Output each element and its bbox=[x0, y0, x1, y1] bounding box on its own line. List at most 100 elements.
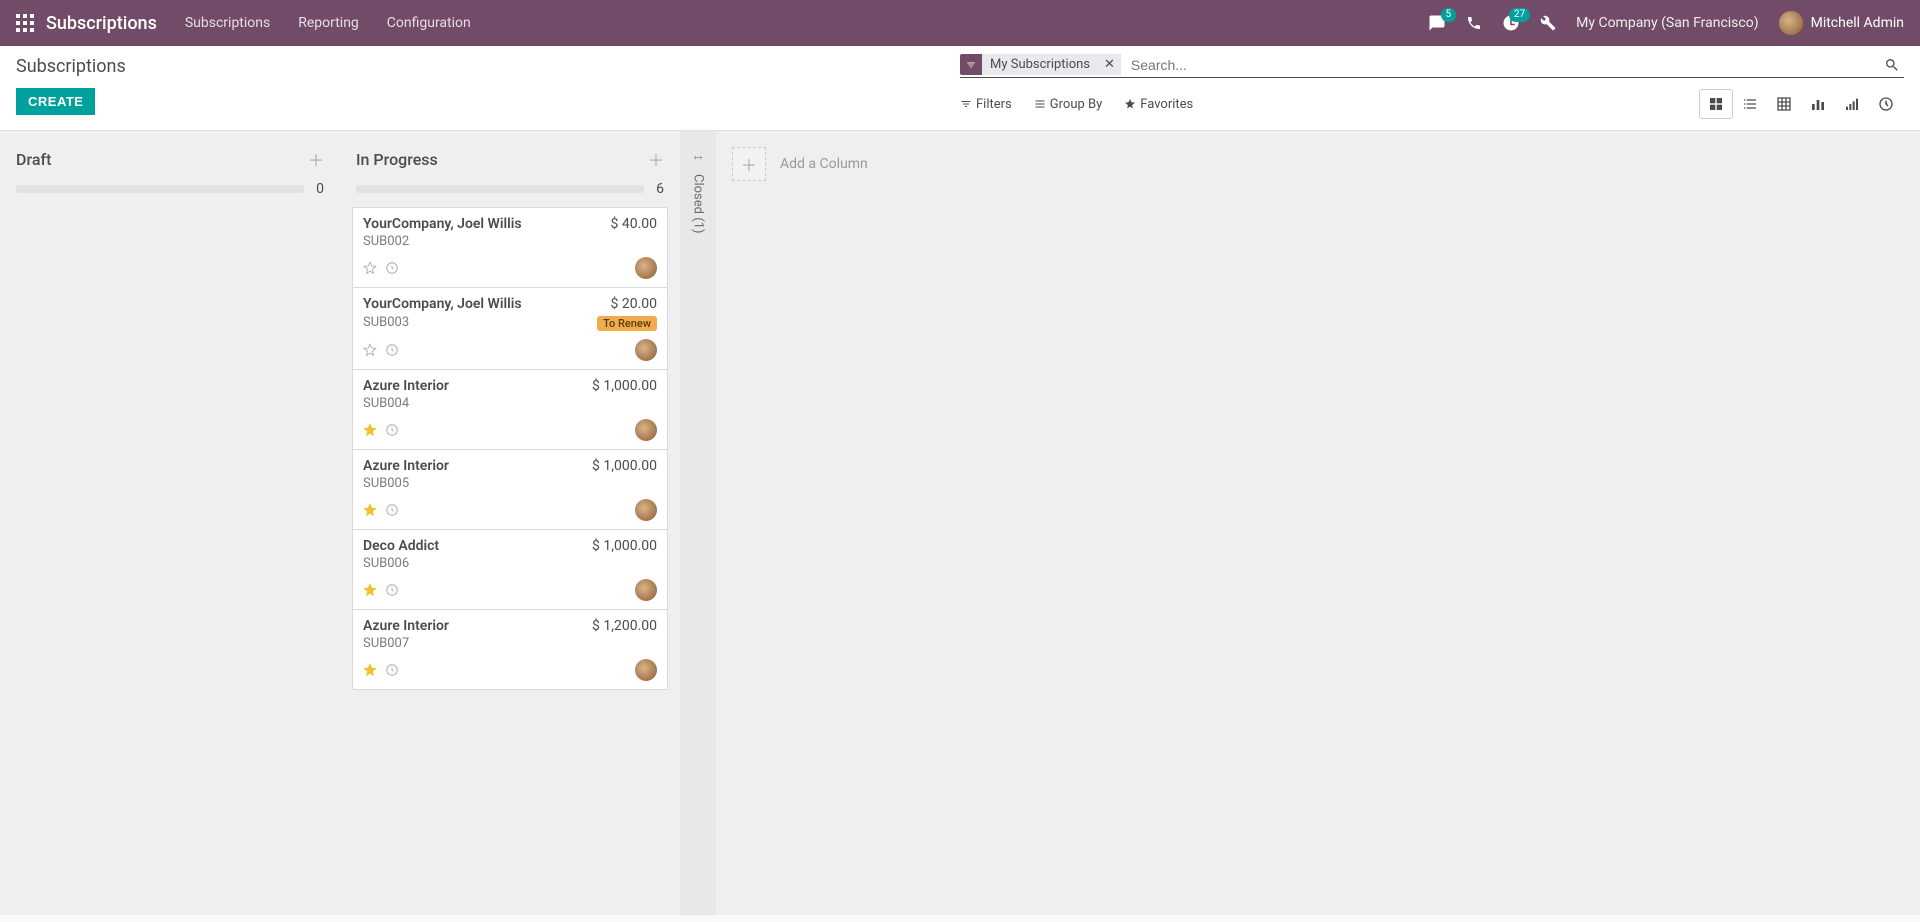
card-reference: SUB003 bbox=[363, 315, 409, 330]
systray: 5 27 My Company (San Francisco) Mitchell… bbox=[1428, 11, 1904, 35]
card-reference: SUB002 bbox=[363, 234, 409, 249]
search-tools: Filters Group By Favorites bbox=[960, 97, 1193, 112]
nav-menu: Subscriptions Reporting Configuration bbox=[185, 15, 471, 31]
card-partner: YourCompany, Joel Willis bbox=[363, 216, 522, 232]
search-icon[interactable] bbox=[1880, 55, 1904, 75]
priority-star[interactable] bbox=[363, 343, 377, 357]
search-area: My Subscriptions ✕ bbox=[960, 54, 1904, 78]
control-panel: Subscriptions My Subscriptions ✕ CREATE bbox=[0, 46, 1920, 131]
card-partner: Azure Interior bbox=[363, 618, 449, 634]
salesperson-avatar[interactable] bbox=[635, 499, 657, 521]
activity-clock-icon[interactable] bbox=[385, 663, 399, 677]
add-column-label: Add a Column bbox=[780, 156, 868, 172]
salesperson-avatar[interactable] bbox=[635, 579, 657, 601]
kanban-view: Draft ＋ 0 In Progress ＋ 6 YourCompany, J… bbox=[0, 131, 1920, 915]
favorites-dropdown[interactable]: Favorites bbox=[1124, 97, 1193, 112]
menu-configuration[interactable]: Configuration bbox=[387, 15, 471, 31]
kanban-card[interactable]: YourCompany, Joel Willis $ 20.00 SUB003 … bbox=[352, 287, 668, 370]
salesperson-avatar[interactable] bbox=[635, 419, 657, 441]
add-column-button[interactable]: ＋ bbox=[732, 147, 766, 181]
facet-remove[interactable]: ✕ bbox=[1098, 54, 1121, 75]
menu-subscriptions[interactable]: Subscriptions bbox=[185, 15, 270, 31]
column-closed-folded[interactable]: ↔ Closed (1) bbox=[680, 131, 716, 915]
kanban-column: In Progress ＋ 6 YourCompany, Joel Willis… bbox=[340, 131, 680, 701]
kanban-card[interactable]: Deco Addict $ 1,000.00 SUB006 bbox=[352, 529, 668, 610]
view-graph[interactable] bbox=[1801, 89, 1835, 119]
card-partner: Deco Addict bbox=[363, 538, 439, 554]
activity-clock-icon[interactable] bbox=[385, 261, 399, 275]
salesperson-avatar[interactable] bbox=[635, 257, 657, 279]
discuss-badge: 5 bbox=[1441, 8, 1457, 22]
card-amount: $ 1,200.00 bbox=[592, 618, 657, 634]
create-button[interactable]: CREATE bbox=[16, 88, 95, 115]
card-amount: $ 1,000.00 bbox=[592, 458, 657, 474]
column-title[interactable]: In Progress bbox=[356, 150, 648, 169]
breadcrumb: Subscriptions bbox=[16, 54, 960, 77]
priority-star[interactable] bbox=[363, 423, 377, 437]
filters-dropdown[interactable]: Filters bbox=[960, 97, 1012, 112]
card-reference: SUB004 bbox=[363, 396, 409, 411]
facet-label: My Subscriptions bbox=[982, 54, 1098, 75]
activity-clock-icon[interactable] bbox=[385, 503, 399, 517]
salesperson-avatar[interactable] bbox=[635, 659, 657, 681]
column-progressbar bbox=[16, 185, 304, 193]
priority-star[interactable] bbox=[363, 261, 377, 275]
main-navbar: Subscriptions Subscriptions Reporting Co… bbox=[0, 0, 1920, 46]
card-partner: Azure Interior bbox=[363, 458, 449, 474]
column-count: 0 bbox=[312, 181, 324, 197]
activities-icon[interactable]: 27 bbox=[1502, 14, 1520, 32]
folded-column-label: Closed (1) bbox=[691, 174, 706, 233]
view-pivot[interactable] bbox=[1767, 89, 1801, 119]
kanban-column: Draft ＋ 0 bbox=[0, 131, 340, 701]
to-renew-tag: To Renew bbox=[597, 316, 657, 331]
priority-star[interactable] bbox=[363, 503, 377, 517]
menu-reporting[interactable]: Reporting bbox=[298, 15, 359, 31]
search-input[interactable] bbox=[1127, 55, 1880, 75]
view-switcher bbox=[1698, 88, 1904, 120]
card-amount: $ 40.00 bbox=[610, 216, 657, 232]
column-quick-create[interactable]: ＋ bbox=[648, 147, 664, 171]
activity-clock-icon[interactable] bbox=[385, 343, 399, 357]
view-list[interactable] bbox=[1733, 89, 1767, 119]
app-brand[interactable]: Subscriptions bbox=[46, 13, 157, 34]
filters-label: Filters bbox=[976, 97, 1012, 112]
card-amount: $ 1,000.00 bbox=[592, 378, 657, 394]
groupby-label: Group By bbox=[1050, 97, 1103, 112]
avatar-icon bbox=[1779, 11, 1803, 35]
view-cohort[interactable] bbox=[1835, 89, 1869, 119]
activity-clock-icon[interactable] bbox=[385, 423, 399, 437]
user-menu[interactable]: Mitchell Admin bbox=[1779, 11, 1904, 35]
card-amount: $ 1,000.00 bbox=[592, 538, 657, 554]
kanban-card[interactable]: Azure Interior $ 1,200.00 SUB007 bbox=[352, 609, 668, 690]
card-partner: Azure Interior bbox=[363, 378, 449, 394]
column-progressbar bbox=[356, 185, 644, 193]
column-count: 6 bbox=[652, 181, 664, 197]
funnel-icon bbox=[960, 57, 982, 73]
card-amount: $ 20.00 bbox=[610, 296, 657, 312]
debug-icon[interactable] bbox=[1540, 15, 1556, 31]
activity-clock-icon[interactable] bbox=[385, 583, 399, 597]
column-quick-create[interactable]: ＋ bbox=[308, 147, 324, 171]
priority-star[interactable] bbox=[363, 663, 377, 677]
view-activity[interactable] bbox=[1869, 89, 1903, 119]
favorites-label: Favorites bbox=[1140, 97, 1193, 112]
card-partner: YourCompany, Joel Willis bbox=[363, 296, 522, 312]
add-column-area: ＋ Add a Column bbox=[716, 131, 884, 197]
apps-icon[interactable] bbox=[16, 14, 34, 32]
card-reference: SUB007 bbox=[363, 636, 409, 651]
phone-icon[interactable] bbox=[1466, 15, 1482, 31]
salesperson-avatar[interactable] bbox=[635, 339, 657, 361]
groupby-dropdown[interactable]: Group By bbox=[1034, 97, 1103, 112]
user-name: Mitchell Admin bbox=[1811, 15, 1904, 31]
priority-star[interactable] bbox=[363, 583, 377, 597]
kanban-card[interactable]: Azure Interior $ 1,000.00 SUB005 bbox=[352, 449, 668, 530]
column-title[interactable]: Draft bbox=[16, 150, 308, 169]
company-switcher[interactable]: My Company (San Francisco) bbox=[1576, 15, 1758, 31]
kanban-card[interactable]: YourCompany, Joel Willis $ 40.00 SUB002 bbox=[352, 207, 668, 288]
discuss-icon[interactable]: 5 bbox=[1428, 14, 1446, 32]
activities-badge: 27 bbox=[1509, 8, 1530, 22]
arrows-icon: ↔ bbox=[691, 147, 705, 164]
search-facet: My Subscriptions ✕ bbox=[960, 54, 1121, 75]
view-kanban[interactable] bbox=[1699, 89, 1733, 119]
kanban-card[interactable]: Azure Interior $ 1,000.00 SUB004 bbox=[352, 369, 668, 450]
